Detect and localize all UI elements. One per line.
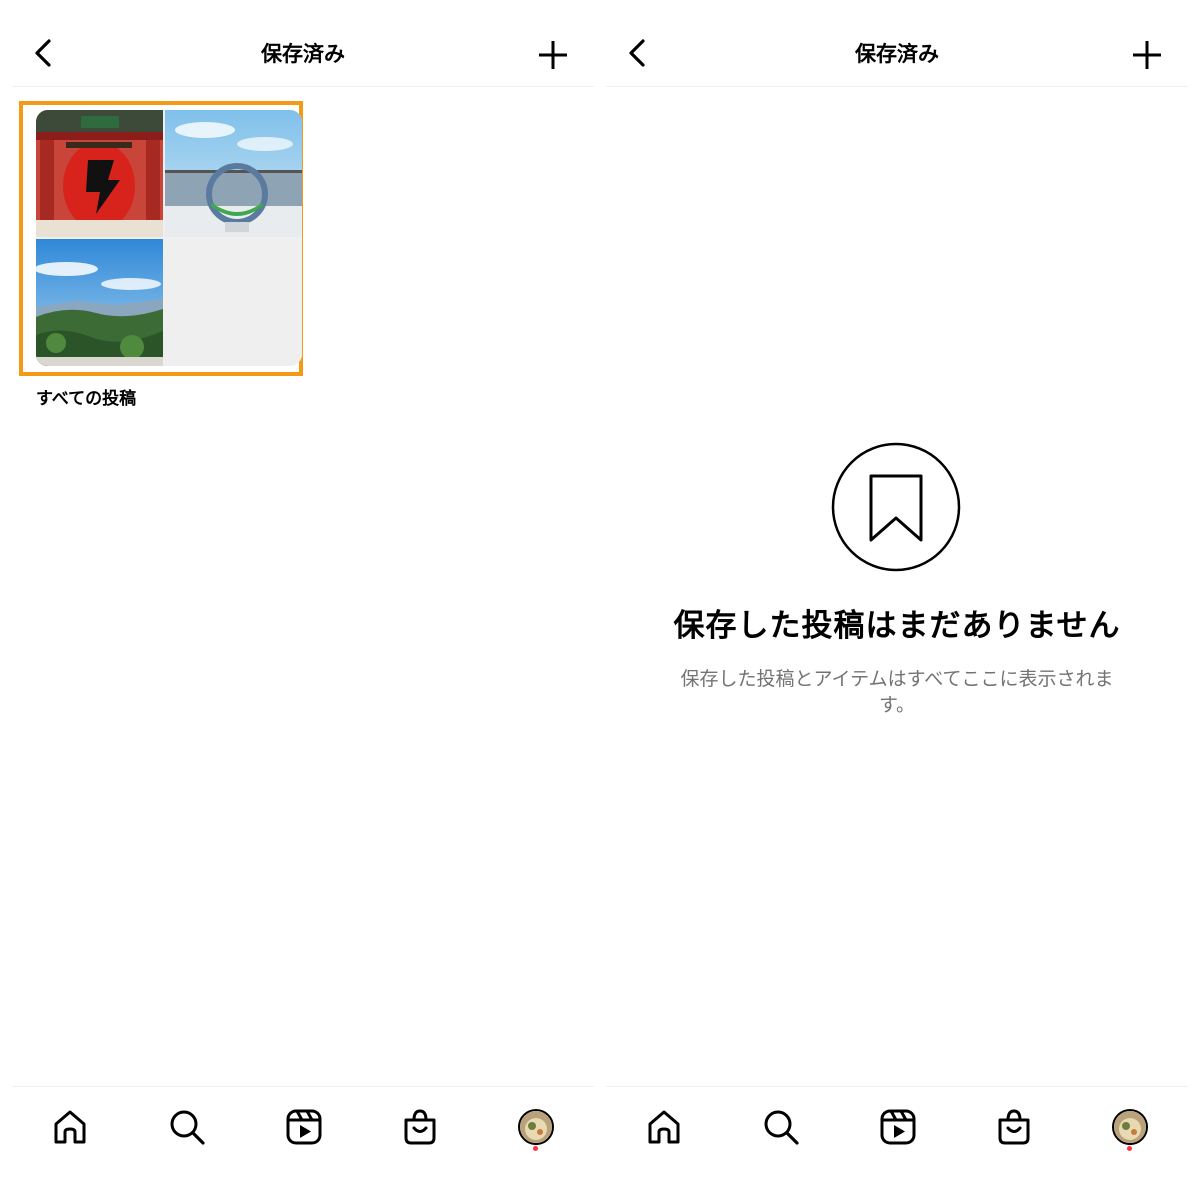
all-posts-collection[interactable] (36, 110, 302, 366)
nav-home[interactable] (640, 1103, 688, 1151)
add-collection-button[interactable] (1128, 36, 1166, 74)
add-collection-button[interactable] (534, 36, 572, 74)
nav-reels[interactable] (874, 1103, 922, 1151)
home-icon (648, 1110, 680, 1144)
right-screen: 保存済み 保存した投稿はまだありません 保存した投稿とアイテムはすべてここに表示… (606, 0, 1188, 1200)
shop-icon (998, 1109, 1030, 1145)
page-title: 保存済み (261, 42, 345, 66)
profile-avatar (518, 1109, 554, 1145)
thumbnail-temple-lantern (36, 110, 163, 237)
reels-icon (880, 1109, 916, 1145)
nav-search[interactable] (163, 1103, 211, 1151)
nav-profile[interactable] (1106, 1103, 1154, 1151)
bookmark-icon (831, 442, 961, 572)
nav-search[interactable] (757, 1103, 805, 1151)
plus-icon (539, 41, 567, 69)
nav-home[interactable] (46, 1103, 94, 1151)
nav-profile[interactable] (512, 1103, 560, 1151)
notification-dot (1127, 1146, 1132, 1151)
plus-icon (1133, 41, 1161, 69)
bottom-nav (12, 1086, 594, 1167)
profile-avatar (1112, 1109, 1148, 1145)
search-icon (764, 1110, 799, 1145)
thumbnail-mountain-view (36, 239, 163, 366)
home-icon (54, 1110, 86, 1144)
left-screen: 保存済み すべての投稿 (12, 0, 594, 1200)
notification-dot (533, 1146, 538, 1151)
nav-shop[interactable] (396, 1103, 444, 1151)
header: 保存済み (606, 0, 1188, 87)
empty-state-description: 保存した投稿とアイテムはすべてここに表示されます。 (680, 668, 1114, 716)
thumbnail-observatory (165, 110, 302, 237)
shop-icon (404, 1109, 436, 1145)
thumbnail-empty-slot (165, 239, 302, 366)
reels-icon (286, 1109, 322, 1145)
header: 保存済み (12, 0, 594, 87)
empty-state-badge (831, 442, 961, 572)
nav-reels[interactable] (280, 1103, 328, 1151)
collection-title: すべての投稿 (36, 389, 137, 409)
bottom-nav (606, 1086, 1188, 1167)
search-icon (170, 1110, 205, 1145)
nav-shop[interactable] (990, 1103, 1038, 1151)
page-title: 保存済み (855, 42, 939, 66)
empty-state-title: 保存した投稿はまだありません (673, 608, 1121, 644)
